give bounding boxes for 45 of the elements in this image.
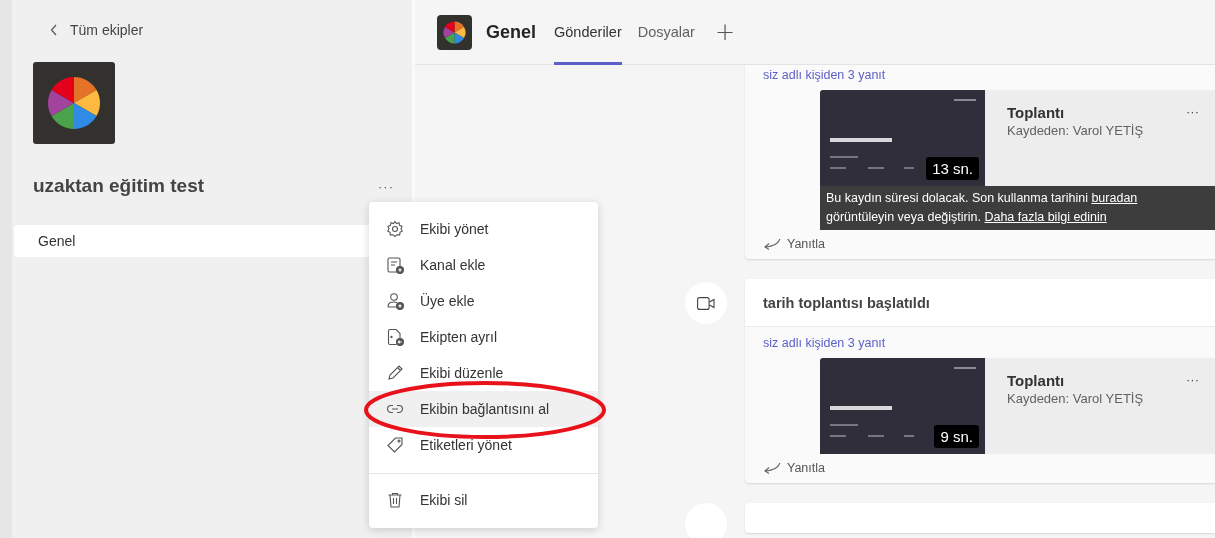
more-options-button[interactable]: ··· [1186, 372, 1199, 387]
settings-icon [386, 220, 404, 238]
reply-arrow-icon [763, 238, 781, 250]
duration-badge: 13 sn. [926, 157, 979, 180]
chevron-left-icon [50, 24, 58, 36]
menu-item[interactable]: Ekibin bağlantısını al [369, 391, 598, 427]
add-tab-button[interactable]: + [710, 18, 740, 46]
tab[interactable]: Dosyalar [637, 0, 695, 65]
recording-title: Toplantı [1007, 104, 1066, 121]
duration-badge: 9 sn. [934, 425, 979, 448]
team-name: uzaktan eğitim test [33, 175, 205, 197]
channel-title: Genel [486, 21, 537, 43]
tag-icon [386, 436, 404, 454]
person-add-icon [386, 292, 404, 310]
recording-title: Toplantı [1007, 372, 1066, 389]
menu-item[interactable]: Etiketleri yönet [369, 427, 598, 463]
tab[interactable]: Gönderiler [554, 0, 622, 65]
reply-arrow-icon [763, 462, 781, 474]
expiry-notice: Bu kaydın süresi dolacak. Son kullanma tarihini buradan görüntüleyin veya değiştirin. Daha fazla bilgi edinin [820, 186, 1215, 230]
team-logo-icon [33, 62, 115, 144]
menu-item[interactable]: Ekibi düzenle [369, 355, 598, 391]
reply-button[interactable]: Yanıtla [763, 237, 825, 251]
video-camera-icon [697, 296, 715, 310]
here-link[interactable]: buradan [1091, 191, 1138, 205]
pencil-icon [386, 364, 404, 382]
channel-item[interactable]: Genel [14, 225, 372, 257]
document-exit-icon [386, 328, 404, 346]
replies-link[interactable]: siz adlı kişiden 3 yanıt [763, 336, 886, 350]
post-title: tarih toplantısı başlatıldı [763, 294, 930, 311]
replies-link[interactable]: siz adlı kişiden 3 yanıt [763, 68, 886, 82]
menu-item[interactable]: Ekibi yönet [369, 211, 598, 247]
reply-button[interactable]: Yanıtla [763, 461, 825, 475]
trash-icon [386, 491, 404, 509]
more-options-button[interactable]: ··· [1186, 104, 1199, 119]
more-options-button[interactable]: ··· [374, 178, 398, 194]
back-link[interactable]: Tüm ekipler [50, 20, 412, 40]
menu-item[interactable]: Ekipten ayrıl [369, 319, 598, 355]
channel-add-icon [386, 256, 404, 274]
team-logo-icon [437, 14, 472, 50]
menu-item[interactable]: Kanal ekle [369, 247, 598, 283]
menu-item[interactable]: Ekibi sil [369, 482, 598, 518]
learn-more-link[interactable]: Daha fazla bilgi edinin [984, 210, 1107, 224]
recorded-by: Kaydeden: Varol YETİŞ [1007, 123, 1144, 138]
menu-item[interactable]: Üye ekle [369, 283, 598, 319]
recorded-by: Kaydeden: Varol YETİŞ [1007, 391, 1144, 406]
